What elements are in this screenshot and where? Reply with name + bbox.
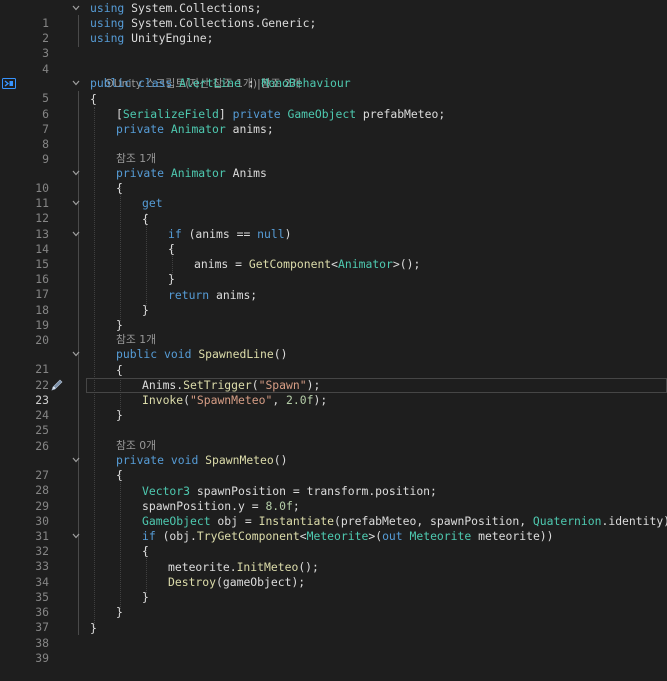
- code-line[interactable]: 33 {: [0, 544, 667, 573]
- code-line[interactable]: 37 }: [0, 605, 667, 634]
- code-line[interactable]: 38 }: [0, 621, 667, 650]
- code-line[interactable]: 3 using UnityEngine;: [0, 31, 667, 60]
- line-number: 20: [35, 333, 49, 347]
- code-line[interactable]: 2 using System.Collections.Generic;: [0, 16, 667, 45]
- line-number: 4: [42, 62, 49, 76]
- collapse-chevron-icon[interactable]: [70, 1, 82, 16]
- codelens-class-references[interactable]: Unity 스크립트(자산 참조 1개)|참조 2개: [90, 61, 301, 90]
- line-number: 39: [35, 651, 49, 665]
- code-editor[interactable]: Unity 스크립트(자산 참조 1개)|참조 2개 참조 1개 참조 1개 참…: [0, 0, 667, 665]
- collapse-chevron-icon[interactable]: [70, 529, 82, 544]
- code-line[interactable]: 29 Vector3 spawnPosition = transform.pos…: [0, 484, 667, 513]
- line-number: 26: [35, 439, 49, 453]
- codelens-references[interactable]: 참조 1개: [116, 151, 156, 166]
- code-line[interactable]: 13 {: [0, 212, 667, 241]
- code-line[interactable]: 28 {: [0, 468, 667, 497]
- code-line[interactable]: 21 public void SpawnedLine(): [0, 347, 667, 376]
- code-line[interactable]: 27 private void SpawnMeteo(): [0, 453, 667, 482]
- code-line[interactable]: 6 {: [0, 92, 667, 121]
- code-line[interactable]: 7 [SerializeField] private GameObject pr…: [0, 107, 667, 136]
- code-line[interactable]: 14 if (anims == null): [0, 227, 667, 256]
- code-line[interactable]: 4: [0, 47, 667, 76]
- code-line[interactable]: 36 }: [0, 590, 667, 619]
- code-line[interactable]: 22 {: [0, 363, 667, 392]
- collapse-chevron-icon[interactable]: [70, 227, 82, 242]
- line-number: 9: [42, 152, 49, 166]
- collapse-chevron-icon[interactable]: [70, 76, 82, 91]
- code-line[interactable]: 35 Destroy(gameObject);: [0, 575, 667, 604]
- code-line[interactable]: 25 }: [0, 408, 667, 437]
- code-line[interactable]: 31 GameObject obj = Instantiate(prefabMe…: [0, 514, 667, 543]
- code-line-active[interactable]: 23 Anims.SetTrigger("Spawn");: [0, 378, 667, 407]
- codelens-references[interactable]: 참조 0개: [116, 438, 156, 453]
- code-line[interactable]: 32 if (obj.TryGetComponent<Meteorite>(ou…: [0, 529, 667, 558]
- code-line[interactable]: 17 }: [0, 272, 667, 301]
- codelens-references[interactable]: 참조 1개: [116, 332, 156, 347]
- code-line[interactable]: 9: [0, 137, 667, 166]
- code-line[interactable]: 12 get: [0, 196, 667, 225]
- code-line[interactable]: 11 {: [0, 181, 667, 210]
- code-line[interactable]: 20 }: [0, 318, 667, 347]
- code-line[interactable]: 1 using System.Collections;: [0, 1, 667, 30]
- collapse-chevron-icon[interactable]: [70, 453, 82, 468]
- code-line[interactable]: 34 meteorite.InitMeteo();: [0, 560, 667, 589]
- code-line[interactable]: 26: [0, 424, 667, 453]
- code-line[interactable]: 15 {: [0, 242, 667, 271]
- code-line[interactable]: 30 spawnPosition.y = 8.0f;: [0, 499, 667, 528]
- code-line[interactable]: 24 Invoke("SpawnMeteo", 2.0f);: [0, 393, 667, 422]
- code-line[interactable]: 8 private Animator anims;: [0, 122, 667, 151]
- code-line[interactable]: 18 return anims;: [0, 288, 667, 317]
- code-line[interactable]: 16 anims = GetComponent<Animator>();: [0, 257, 667, 286]
- collapse-chevron-icon[interactable]: [70, 196, 82, 211]
- collapse-chevron-icon[interactable]: [70, 347, 82, 362]
- collapse-chevron-icon[interactable]: [70, 166, 82, 181]
- code-line[interactable]: 5 public class AlertLine : MonoBehaviour: [0, 76, 667, 105]
- code-line[interactable]: 19 }: [0, 303, 667, 332]
- code-line[interactable]: 10 private Animator Anims: [0, 166, 667, 195]
- code-line[interactable]: 39: [0, 636, 667, 665]
